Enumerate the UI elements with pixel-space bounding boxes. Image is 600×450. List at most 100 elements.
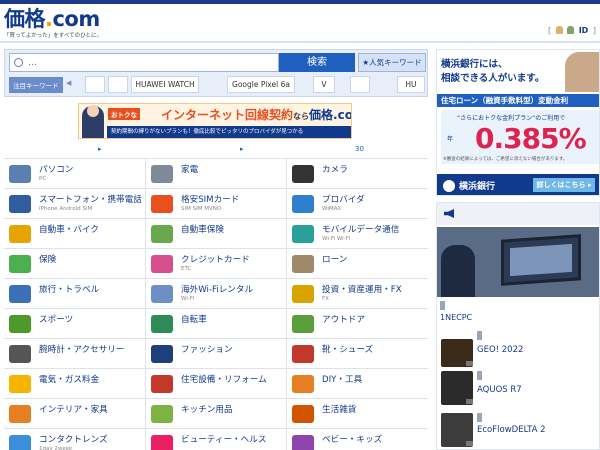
- keyword-prev-arrow[interactable]: ◀: [66, 79, 71, 87]
- category-item[interactable]: パソコン PC: [4, 159, 145, 188]
- category-item[interactable]: 電気・ガス料金: [4, 369, 145, 398]
- category-item[interactable]: インテリア・家具: [4, 399, 145, 428]
- category-name[interactable]: 自動車・バイク: [39, 223, 99, 235]
- bullet-icon: [477, 331, 482, 340]
- internet-ad-banner[interactable]: おトクな インターネット回線契約なら価格.com 契約期間の縛りがないプランも！…: [78, 103, 352, 139]
- category-name[interactable]: プロバイダ: [322, 193, 365, 205]
- category-item[interactable]: ベビー・キッズ: [286, 429, 427, 450]
- lens-icon: [9, 435, 31, 450]
- header-divider: [0, 41, 600, 43]
- leaf-icon: [292, 315, 314, 333]
- category-row: 電気・ガス料金 住宅設備・リフォーム DIY・工具: [4, 369, 428, 399]
- category-name[interactable]: キッチン用品: [181, 403, 233, 415]
- featured-caption[interactable]: 1NECPC: [440, 313, 472, 322]
- site-logo[interactable]: 価格.com 「買ってよかった」をすべてのひとに。: [4, 8, 102, 39]
- globe-icon: [292, 195, 314, 213]
- login-id-link[interactable]: ID: [579, 26, 589, 35]
- product-name[interactable]: GEO! 2022: [477, 345, 523, 355]
- category-name[interactable]: 自動車保険: [181, 223, 224, 235]
- category-item[interactable]: 自動車・バイク: [4, 219, 145, 248]
- category-item[interactable]: 住宅設備・リフォーム: [145, 369, 286, 398]
- category-item[interactable]: 保険: [4, 249, 145, 278]
- category-name[interactable]: 腕時計・アクセサリー: [39, 343, 125, 355]
- category-name[interactable]: 海外Wi-Fiレンタル: [181, 283, 253, 295]
- category-item[interactable]: 自転車: [145, 309, 286, 338]
- ad-more-button[interactable]: 詳しくはこちら ▸: [533, 178, 595, 192]
- category-item[interactable]: アウトドア: [286, 309, 427, 338]
- keyword-chip[interactable]: [350, 76, 370, 93]
- category-name[interactable]: 靴・シューズ: [322, 343, 373, 355]
- bullet-icon: [477, 371, 482, 380]
- category-name[interactable]: スマートフォン・携帯電話: [39, 193, 142, 205]
- category-name[interactable]: アウトドア: [322, 313, 365, 325]
- category-name[interactable]: ローン: [322, 253, 347, 265]
- person-icon[interactable]: [555, 26, 563, 34]
- category-item[interactable]: 腕時計・アクセサリー: [4, 339, 145, 368]
- featured-hero-image[interactable]: [437, 227, 599, 297]
- category-name[interactable]: 格安SIMカード: [181, 193, 239, 205]
- category-item[interactable]: ファッション: [145, 339, 286, 368]
- category-name[interactable]: ベビー・キッズ: [322, 433, 382, 445]
- product-name[interactable]: AQUOS R7: [477, 385, 522, 395]
- category-item[interactable]: スマートフォン・携帯電話 iPhone Android SIM: [4, 189, 145, 218]
- category-item[interactable]: スポーツ: [4, 309, 145, 338]
- category-item[interactable]: クレジットカード ETC: [145, 249, 286, 278]
- search-button[interactable]: 検索: [279, 53, 355, 72]
- yokohama-bank-ad[interactable]: 横浜銀行には、 相談できる人がいます。 住宅ローン（融資手数料型）変動金利 “さ…: [436, 49, 600, 196]
- category-item[interactable]: 自動車保険: [145, 219, 286, 248]
- category-name[interactable]: 生活雑貨: [322, 403, 356, 415]
- category-name[interactable]: カメラ: [322, 163, 348, 175]
- category-name[interactable]: 投資・資産運用・FX: [322, 283, 402, 295]
- category-name[interactable]: インテリア・家具: [39, 403, 108, 415]
- bullet-icon: [440, 301, 445, 310]
- category-sub: WiMAX: [322, 206, 342, 212]
- goods-icon: [292, 405, 314, 423]
- category-name[interactable]: モバイルデータ通信: [322, 223, 399, 235]
- category-item[interactable]: プロバイダ WiMAX: [286, 189, 427, 218]
- category-item[interactable]: 格安SIMカード SIM SIM MVNO: [145, 189, 286, 218]
- keyword-chip[interactable]: HU: [397, 76, 425, 93]
- category-name[interactable]: ビューティー・ヘルス: [181, 433, 266, 445]
- pager-left-arrow[interactable]: ▸: [98, 145, 102, 153]
- category-item[interactable]: DIY・工具: [286, 369, 427, 398]
- category-name[interactable]: 自転車: [181, 313, 207, 325]
- popular-keywords-button[interactable]: ★人気キーワード: [358, 53, 426, 72]
- category-item[interactable]: モバイルデータ通信 Wi-Fi Wi-Fi: [286, 219, 427, 248]
- category-name[interactable]: パソコン: [39, 163, 73, 175]
- category-item[interactable]: 生活雑貨: [286, 399, 427, 428]
- chair-icon: [9, 405, 31, 423]
- category-item[interactable]: 海外Wi-Fiレンタル Wi-Fi: [145, 279, 286, 308]
- keyword-chip[interactable]: [108, 76, 128, 93]
- category-name[interactable]: 旅行・トラベル: [39, 283, 99, 295]
- category-item[interactable]: ローン: [286, 249, 427, 278]
- tool-icon: [292, 375, 314, 393]
- keyword-chip[interactable]: Google Pixel 6a: [227, 76, 295, 93]
- category-item[interactable]: キッチン用品: [145, 399, 286, 428]
- megaphone-icon: [444, 209, 454, 218]
- keyword-chip[interactable]: HUAWEI WATCH: [131, 76, 199, 93]
- category-name[interactable]: スポーツ: [39, 313, 73, 325]
- category-item[interactable]: 投資・資産運用・FX FX: [286, 279, 427, 308]
- category-item[interactable]: 靴・シューズ: [286, 339, 427, 368]
- category-item[interactable]: ビューティー・ヘルス: [145, 429, 286, 450]
- pager-count[interactable]: 30: [355, 145, 364, 153]
- category-name[interactable]: コンタクトレンズ: [39, 433, 108, 445]
- product-name[interactable]: EcoFlowDELTA 2: [477, 425, 546, 435]
- category-name[interactable]: クレジットカード: [181, 253, 250, 265]
- category-name[interactable]: 保険: [39, 253, 56, 265]
- category-item[interactable]: 家電: [145, 159, 286, 188]
- category-name[interactable]: ファッション: [181, 343, 233, 355]
- keyword-chip[interactable]: [85, 76, 105, 93]
- search-input[interactable]: [9, 53, 279, 72]
- category-item[interactable]: 旅行・トラベル: [4, 279, 145, 308]
- category-name[interactable]: 家電: [181, 163, 198, 175]
- camera-icon: [292, 165, 314, 183]
- category-item[interactable]: コンタクトレンズ 1day 2week: [4, 429, 145, 450]
- category-name[interactable]: DIY・工具: [322, 373, 362, 385]
- keyword-chip[interactable]: V: [313, 76, 335, 93]
- pager-mid-arrow[interactable]: ▸: [240, 145, 244, 153]
- person-icon[interactable]: [567, 26, 575, 34]
- category-item[interactable]: カメラ: [286, 159, 427, 188]
- category-name[interactable]: 住宅設備・リフォーム: [181, 373, 267, 385]
- category-name[interactable]: 電気・ガス料金: [39, 373, 99, 385]
